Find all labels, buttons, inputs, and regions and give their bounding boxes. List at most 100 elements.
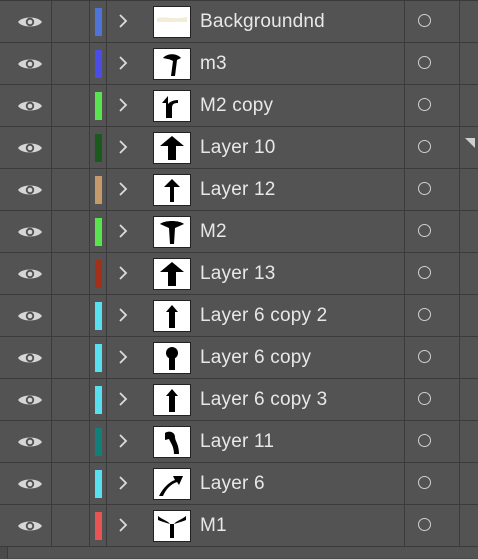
column-divider: [106, 127, 107, 168]
layer-thumbnail: [153, 216, 191, 248]
layer-name[interactable]: Layer 10: [200, 127, 276, 168]
chevron-right-icon[interactable]: [113, 53, 133, 73]
lock-toggle-cell[interactable]: [52, 253, 90, 294]
layer-name[interactable]: Layer 13: [200, 253, 276, 294]
target-circle-icon[interactable]: [418, 434, 431, 447]
target-circle-icon[interactable]: [418, 14, 431, 27]
eye-icon[interactable]: [8, 421, 52, 462]
column-divider: [459, 463, 460, 504]
column-divider: [404, 379, 405, 420]
target-circle-icon[interactable]: [418, 224, 431, 237]
layer-thumbnail: [153, 48, 191, 80]
column-divider: [106, 211, 107, 252]
target-circle-icon[interactable]: [418, 392, 431, 405]
layer-name[interactable]: M2: [200, 211, 227, 252]
eye-icon[interactable]: [8, 85, 52, 126]
target-circle-icon[interactable]: [418, 140, 431, 153]
chevron-right-icon[interactable]: [113, 431, 133, 451]
layer-name[interactable]: Layer 11: [200, 421, 274, 462]
lock-toggle-cell[interactable]: [52, 1, 90, 42]
eye-icon[interactable]: [8, 211, 52, 252]
chevron-right-icon[interactable]: [113, 515, 133, 535]
lock-toggle-cell[interactable]: [52, 43, 90, 84]
column-divider: [459, 43, 460, 84]
lock-toggle-cell[interactable]: [52, 463, 90, 504]
layer-name[interactable]: Layer 6: [200, 463, 265, 504]
layer-row[interactable]: Layer 12: [0, 169, 478, 211]
layer-row[interactable]: M2 copy: [0, 85, 478, 127]
eye-icon[interactable]: [8, 169, 52, 210]
layer-row[interactable]: m3: [0, 43, 478, 85]
column-divider: [459, 505, 460, 546]
eye-icon[interactable]: [8, 127, 52, 168]
target-circle-icon[interactable]: [418, 98, 431, 111]
eye-icon[interactable]: [8, 505, 52, 546]
layer-thumbnail: [153, 342, 191, 374]
layer-row[interactable]: Backgroundnd: [0, 1, 478, 43]
layer-row[interactable]: Layer 10: [0, 127, 478, 169]
column-divider: [106, 253, 107, 294]
chevron-right-icon[interactable]: [113, 179, 133, 199]
chevron-right-icon[interactable]: [113, 221, 133, 241]
eye-icon[interactable]: [8, 43, 52, 84]
target-circle-icon[interactable]: [418, 476, 431, 489]
layer-name[interactable]: M1: [200, 505, 227, 546]
chevron-right-icon[interactable]: [113, 347, 133, 367]
eye-icon[interactable]: [8, 379, 52, 420]
lock-toggle-cell[interactable]: [52, 295, 90, 336]
layer-name[interactable]: M2 copy: [200, 85, 273, 126]
layer-thumbnail: [153, 90, 191, 122]
lock-toggle-cell[interactable]: [52, 85, 90, 126]
lock-toggle-cell[interactable]: [52, 169, 90, 210]
column-divider: [459, 85, 460, 126]
chevron-right-icon[interactable]: [113, 389, 133, 409]
chevron-right-icon[interactable]: [113, 305, 133, 325]
column-divider: [459, 127, 460, 168]
layer-row[interactable]: Layer 6: [0, 463, 478, 505]
chevron-right-icon[interactable]: [113, 11, 133, 31]
layer-row[interactable]: Layer 13: [0, 253, 478, 295]
chevron-right-icon[interactable]: [113, 473, 133, 493]
eye-icon[interactable]: [8, 463, 52, 504]
lock-toggle-cell[interactable]: [52, 379, 90, 420]
eye-icon[interactable]: [8, 253, 52, 294]
target-circle-icon[interactable]: [418, 308, 431, 321]
layer-name[interactable]: Layer 6 copy 3: [200, 379, 327, 420]
eye-icon[interactable]: [8, 1, 52, 42]
layer-row[interactable]: M1: [0, 505, 478, 547]
layer-thumbnail: [153, 300, 191, 332]
chevron-right-icon[interactable]: [113, 137, 133, 157]
layer-name[interactable]: Layer 6 copy 2: [200, 295, 327, 336]
target-circle-icon[interactable]: [418, 182, 431, 195]
chevron-right-icon[interactable]: [113, 263, 133, 283]
layer-row[interactable]: Layer 11: [0, 421, 478, 463]
target-circle-icon[interactable]: [418, 56, 431, 69]
layer-name[interactable]: Backgroundnd: [200, 1, 325, 42]
layer-row[interactable]: Layer 6 copy 2: [0, 295, 478, 337]
column-divider: [404, 169, 405, 210]
column-divider: [404, 337, 405, 378]
layer-row[interactable]: M2: [0, 211, 478, 253]
eye-icon[interactable]: [8, 295, 52, 336]
column-divider: [404, 295, 405, 336]
layer-name[interactable]: Layer 6 copy: [200, 337, 311, 378]
lock-toggle-cell[interactable]: [52, 127, 90, 168]
lock-toggle-cell[interactable]: [52, 337, 90, 378]
column-divider: [106, 337, 107, 378]
layer-thumbnail: [153, 384, 191, 416]
layer-name[interactable]: m3: [200, 43, 227, 84]
lock-toggle-cell[interactable]: [52, 505, 90, 546]
layer-row[interactable]: Layer 6 copy: [0, 337, 478, 379]
lock-toggle-cell[interactable]: [52, 211, 90, 252]
layer-row[interactable]: Layer 6 copy 3: [0, 379, 478, 421]
target-circle-icon[interactable]: [418, 350, 431, 363]
eye-icon[interactable]: [8, 337, 52, 378]
target-circle-icon[interactable]: [418, 518, 431, 531]
lock-toggle-cell[interactable]: [52, 421, 90, 462]
target-circle-icon[interactable]: [418, 266, 431, 279]
chevron-right-icon[interactable]: [113, 95, 133, 115]
layer-color-swatch: [95, 302, 102, 330]
layer-name[interactable]: Layer 12: [200, 169, 276, 210]
layer-color-swatch: [95, 176, 102, 204]
column-divider: [459, 337, 460, 378]
